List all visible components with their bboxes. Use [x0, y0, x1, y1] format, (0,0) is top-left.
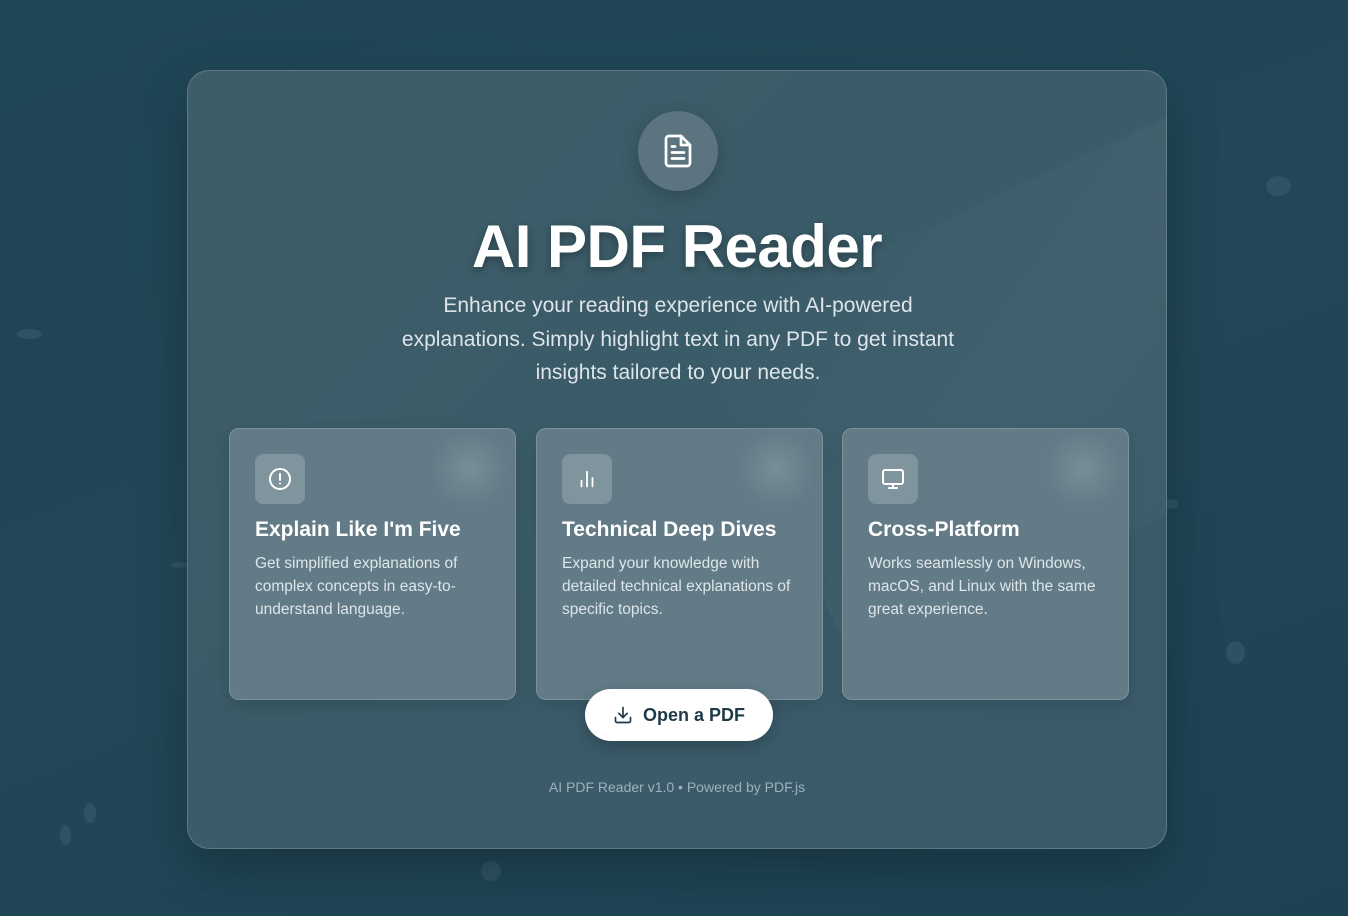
feature-card-technical: Technical Deep Dives Expand your knowled…: [536, 428, 823, 700]
feature-card-eli5: Explain Like I'm Five Get simplified exp…: [229, 428, 516, 700]
background-blob: [17, 329, 42, 339]
footer-text: AI PDF Reader v1.0 • Powered by PDF.js: [548, 779, 806, 795]
feature-description: Expand your knowledge with detailed tech…: [562, 555, 791, 618]
monitor-icon: [868, 454, 918, 504]
feature-title: Technical Deep Dives: [562, 518, 777, 541]
background-blob: [1266, 176, 1291, 196]
app-title: AI PDF Reader: [471, 213, 883, 280]
download-icon: [613, 705, 633, 725]
bar-chart-icon: [562, 454, 612, 504]
background-blob: [84, 803, 96, 823]
open-pdf-label: Open a PDF: [642, 704, 745, 725]
background-blob: [170, 562, 188, 568]
feature-title: Explain Like I'm Five: [255, 518, 461, 541]
feature-description: Works seamlessly on Windows, macOS, and …: [868, 555, 1096, 618]
feature-title: Cross-Platform: [868, 518, 1020, 541]
welcome-card: AI PDF Reader Enhance your reading exper…: [187, 70, 1167, 849]
document-icon: [638, 111, 718, 191]
app-subtitle: Enhance your reading experience with AI-…: [401, 294, 955, 384]
background-blob: [60, 825, 71, 845]
feature-card-cross-platform: Cross-Platform Works seamlessly on Windo…: [842, 428, 1129, 700]
info-circle-icon: [255, 454, 305, 504]
card-glow: [737, 429, 817, 509]
card-glow: [430, 429, 510, 509]
feature-description: Get simplified explanations of complex c…: [255, 555, 458, 618]
background-blob: [1226, 641, 1245, 664]
background-blob: [481, 861, 501, 881]
open-pdf-button[interactable]: Open a PDF: [585, 689, 773, 741]
card-glow: [1043, 429, 1123, 509]
